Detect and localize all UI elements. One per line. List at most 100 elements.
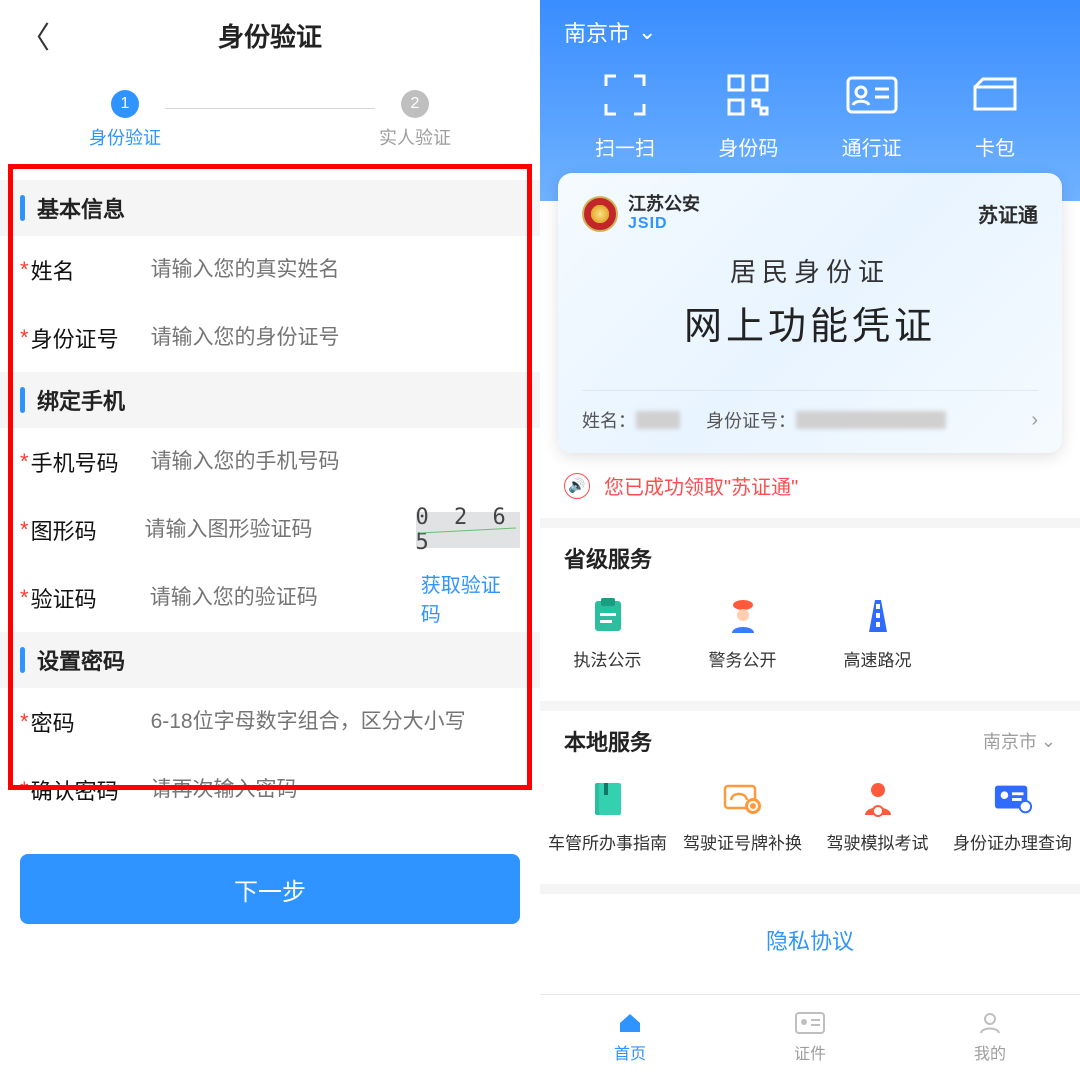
idno-input[interactable] — [151, 326, 520, 350]
required-star: * — [20, 257, 29, 283]
svc-law-enforcement-label: 执法公示 — [574, 646, 642, 671]
section-set-password: 设置密码 — [0, 632, 540, 688]
field-idno-label: 身份证号 — [31, 322, 151, 354]
svc-license-replace[interactable]: 驾驶证号牌补换 — [675, 769, 810, 864]
provincial-services-title: 省级服务 — [564, 542, 652, 574]
captcha-image[interactable]: 0 2 6 5 — [416, 512, 520, 548]
cert-icon — [795, 1010, 825, 1036]
emblem-icon — [582, 196, 618, 232]
local-location-selector[interactable]: 南京市 ⌄ — [983, 728, 1056, 754]
imgcode-input[interactable] — [145, 518, 416, 542]
local-location-text: 南京市 — [983, 728, 1037, 754]
location-selector[interactable]: 南京市 ⌄ — [564, 16, 1056, 48]
action-wallet[interactable]: 卡包 — [940, 68, 1050, 161]
right-panel: 南京市 ⌄ 扫一扫 身份码 通行证 — [540, 0, 1080, 1078]
scan-icon — [590, 68, 660, 122]
action-pass-label: 通行证 — [842, 132, 902, 161]
card-info-row: 姓名： 身份证号： › — [582, 390, 1038, 433]
field-password: * 密码 — [0, 688, 540, 756]
card-id-label: 身份证号： — [706, 407, 796, 433]
get-code-button[interactable]: 获取验证码 — [421, 569, 520, 627]
card-title-block: 居民身份证 网上功能凭证 — [582, 252, 1038, 350]
svc-highway[interactable]: 高速路况 — [810, 586, 945, 681]
clipboard-icon — [588, 596, 628, 636]
idcard-icon — [837, 68, 907, 122]
section-bind-phone: 绑定手机 — [0, 372, 540, 428]
card-org-en: JSID — [628, 215, 700, 233]
svc-law-enforcement[interactable]: 执法公示 — [540, 586, 675, 681]
road-icon — [858, 596, 898, 636]
card-title-1: 居民身份证 — [582, 252, 1038, 289]
local-services: 本地服务 南京市 ⌄ 车管所办事指南 驾驶证号牌补换 驾驶模拟考试 身份证办理查… — [540, 701, 1080, 884]
required-star: * — [20, 449, 29, 475]
field-password-label: 密码 — [31, 706, 151, 738]
svc-id-query[interactable]: 身份证办理查询 — [945, 769, 1080, 864]
tab-mine[interactable]: 我的 — [900, 995, 1080, 1078]
field-imgcode-label: 图形码 — [31, 514, 145, 546]
success-message-row: 🔊 您已成功领取"苏证通" — [540, 453, 1080, 518]
svc-id-query-label: 身份证办理查询 — [953, 829, 1072, 854]
step-1-number: 1 — [111, 90, 139, 118]
left-panel: 〈 身份验证 1 身份验证 2 实人验证 基本信息 * 姓名 * 身份证号 绑定… — [0, 0, 540, 1078]
field-smscode: * 验证码 获取验证码 — [0, 564, 540, 632]
home-icon — [615, 1010, 645, 1036]
card-org-text: 江苏公安 JSID — [628, 195, 700, 232]
provincial-services: 省级服务 执法公示 警务公开 高速路况 — [540, 518, 1080, 701]
field-mobile: * 手机号码 — [0, 428, 540, 496]
required-star: * — [20, 517, 29, 543]
card-tag: 苏证通 — [978, 199, 1038, 228]
car-card-icon — [723, 779, 763, 819]
action-wallet-label: 卡包 — [975, 132, 1015, 161]
step-2-number: 2 — [401, 90, 429, 118]
page-title: 身份验证 — [50, 17, 490, 54]
card-header: 江苏公安 JSID 苏证通 — [582, 195, 1038, 232]
confirm-password-input[interactable] — [151, 778, 520, 802]
privacy-link[interactable]: 隐私协议 — [540, 884, 1080, 996]
top-actions: 扫一扫 身份码 通行证 卡包 — [564, 68, 1056, 161]
mobile-input[interactable] — [151, 450, 520, 474]
bottom-tab-bar: 首页 证件 我的 — [540, 994, 1080, 1078]
speaker-icon: 🔊 — [564, 473, 590, 499]
person-icon — [975, 1010, 1005, 1036]
action-idcode[interactable]: 身份码 — [693, 68, 803, 161]
id-card[interactable]: 江苏公安 JSID 苏证通 居民身份证 网上功能凭证 姓名： 身份证号： › — [558, 173, 1062, 453]
card-name-mask — [636, 411, 680, 429]
step-indicator: 1 身份验证 2 实人验证 — [0, 70, 540, 180]
card-org-cn: 江苏公安 — [628, 195, 700, 215]
step-2-label: 实人验证 — [379, 124, 451, 150]
field-name: * 姓名 — [0, 236, 540, 304]
password-input[interactable] — [151, 710, 520, 734]
svc-police-open-label: 警务公开 — [709, 646, 777, 671]
tab-home-label: 首页 — [614, 1040, 646, 1064]
tab-home[interactable]: 首页 — [540, 995, 720, 1078]
next-button[interactable]: 下一步 — [20, 854, 520, 924]
svc-dmv-guide-label: 车管所办事指南 — [548, 829, 667, 854]
card-org: 江苏公安 JSID — [582, 195, 700, 232]
svc-driving-test[interactable]: 驾驶模拟考试 — [810, 769, 945, 864]
smscode-input[interactable] — [150, 586, 421, 610]
name-input[interactable] — [151, 258, 520, 282]
police-icon — [723, 596, 763, 636]
step-2: 2 实人验证 — [379, 90, 451, 150]
wallet-icon — [960, 68, 1030, 122]
action-pass[interactable]: 通行证 — [817, 68, 927, 161]
left-header: 〈 身份验证 — [0, 0, 540, 70]
action-scan[interactable]: 扫一扫 — [570, 68, 680, 161]
tab-cert[interactable]: 证件 — [720, 995, 900, 1078]
chevron-down-icon: ⌄ — [638, 19, 656, 45]
chevron-right-icon: › — [1031, 409, 1038, 432]
required-star: * — [20, 325, 29, 351]
svc-driving-test-label: 驾驶模拟考试 — [827, 829, 929, 854]
book-icon — [588, 779, 628, 819]
required-star: * — [20, 585, 29, 611]
field-name-label: 姓名 — [31, 254, 151, 286]
required-star: * — [20, 777, 29, 803]
tab-mine-label: 我的 — [974, 1040, 1006, 1064]
card-name-label: 姓名： — [582, 407, 636, 433]
svc-dmv-guide[interactable]: 车管所办事指南 — [540, 769, 675, 864]
svc-police-open[interactable]: 警务公开 — [675, 586, 810, 681]
success-message: 您已成功领取"苏证通" — [604, 471, 798, 500]
action-scan-label: 扫一扫 — [595, 132, 655, 161]
back-icon[interactable]: 〈 — [20, 13, 50, 57]
svc-license-replace-label: 驾驶证号牌补换 — [683, 829, 802, 854]
